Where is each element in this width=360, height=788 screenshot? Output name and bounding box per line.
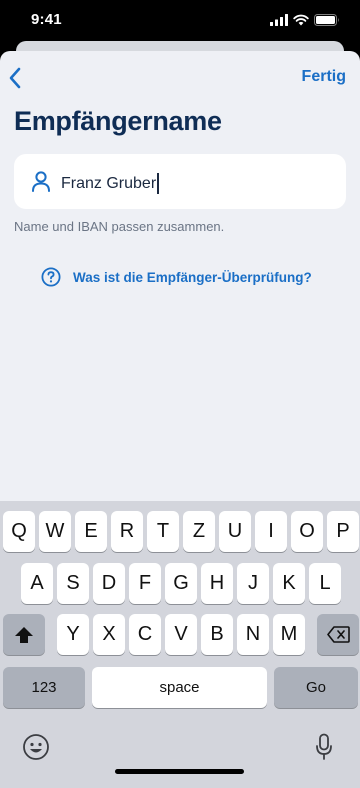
recipient-check-info-label: Was ist die Empfänger-Überprüfung? bbox=[73, 269, 312, 285]
key-u[interactable]: U bbox=[219, 511, 251, 552]
name-match-hint: Name und IBAN passen zusammen. bbox=[14, 219, 225, 234]
go-key[interactable]: Go bbox=[274, 667, 358, 708]
microphone-icon bbox=[316, 733, 332, 760]
status-bar: 9:41 bbox=[0, 0, 360, 40]
status-time: 9:41 bbox=[31, 11, 62, 28]
key-g[interactable]: G bbox=[165, 563, 197, 604]
key-d[interactable]: D bbox=[93, 563, 125, 604]
key-q[interactable]: Q bbox=[3, 511, 35, 552]
text-caret bbox=[157, 173, 160, 194]
key-v[interactable]: V bbox=[165, 614, 197, 655]
shift-icon bbox=[15, 626, 33, 643]
home-indicator bbox=[115, 769, 244, 774]
emoji-icon bbox=[23, 734, 49, 760]
chevron-left-icon bbox=[9, 67, 21, 89]
emoji-key[interactable] bbox=[21, 732, 51, 762]
key-e[interactable]: E bbox=[75, 511, 107, 552]
recipient-name-value-wrap: Franz Gruber bbox=[61, 173, 160, 194]
backspace-icon bbox=[326, 626, 350, 643]
numbers-key[interactable]: 123 bbox=[3, 667, 85, 708]
key-i[interactable]: I bbox=[255, 511, 287, 552]
key-p[interactable]: P bbox=[327, 511, 359, 552]
key-z[interactable]: Z bbox=[183, 511, 215, 552]
recipient-name-field[interactable]: Franz Gruber bbox=[14, 154, 346, 209]
key-h[interactable]: H bbox=[201, 563, 233, 604]
key-t[interactable]: T bbox=[147, 511, 179, 552]
back-button[interactable] bbox=[4, 65, 26, 91]
key-s[interactable]: S bbox=[57, 563, 89, 604]
done-button[interactable]: Fertig bbox=[302, 68, 346, 86]
key-m[interactable]: M bbox=[273, 614, 305, 655]
key-f[interactable]: F bbox=[129, 563, 161, 604]
key-l[interactable]: L bbox=[309, 563, 341, 604]
space-key[interactable]: space bbox=[92, 667, 267, 708]
key-x[interactable]: X bbox=[93, 614, 125, 655]
delete-key[interactable] bbox=[317, 614, 359, 655]
key-r[interactable]: R bbox=[111, 511, 143, 552]
recipient-name-value: Franz Gruber bbox=[61, 174, 157, 192]
dictation-key[interactable] bbox=[309, 732, 339, 762]
key-y[interactable]: Y bbox=[57, 614, 89, 655]
key-w[interactable]: W bbox=[39, 511, 71, 552]
phone-screen: 9:41 Fertig Empfängername Franz Gruber N… bbox=[0, 0, 360, 788]
cellular-signal-icon bbox=[270, 14, 288, 26]
person-icon bbox=[32, 171, 50, 192]
battery-icon bbox=[314, 14, 339, 26]
key-b[interactable]: B bbox=[201, 614, 233, 655]
wifi-icon bbox=[293, 14, 309, 26]
key-j[interactable]: J bbox=[237, 563, 269, 604]
key-k[interactable]: K bbox=[273, 563, 305, 604]
key-a[interactable]: A bbox=[21, 563, 53, 604]
question-circle-icon bbox=[41, 267, 61, 287]
key-o[interactable]: O bbox=[291, 511, 323, 552]
status-icons bbox=[270, 13, 340, 27]
key-c[interactable]: C bbox=[129, 614, 161, 655]
keyboard: QWERTZUIOP ASDFGHJKL YXCVBNM 123 space G… bbox=[0, 501, 360, 788]
shift-key[interactable] bbox=[3, 614, 45, 655]
page-title: Empfängername bbox=[14, 106, 222, 136]
key-n[interactable]: N bbox=[237, 614, 269, 655]
recipient-check-info-link[interactable]: Was ist die Empfänger-Überprüfung? bbox=[41, 267, 312, 287]
